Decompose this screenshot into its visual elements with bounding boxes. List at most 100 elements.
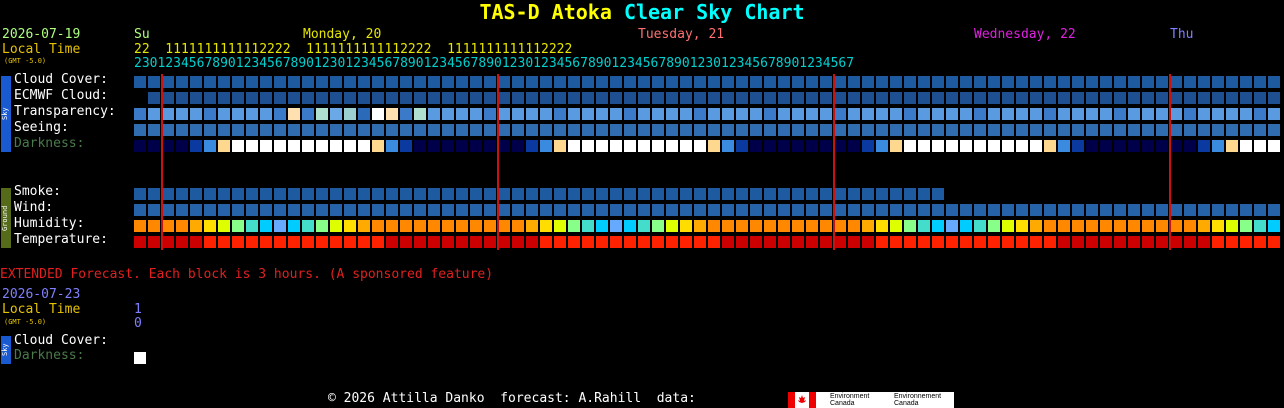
forecast-cell[interactable] [414,188,426,200]
forecast-cell[interactable] [568,76,580,88]
forecast-cell[interactable] [1198,204,1210,216]
forecast-cell[interactable] [386,92,398,104]
forecast-cell[interactable] [1016,220,1028,232]
forecast-cell[interactable] [624,124,636,136]
forecast-cell[interactable] [204,236,216,248]
forecast-cell[interactable] [806,204,818,216]
forecast-cell[interactable] [1212,236,1224,248]
forecast-cell[interactable] [1002,76,1014,88]
forecast-cell[interactable] [736,124,748,136]
forecast-cell[interactable] [974,220,986,232]
forecast-cell[interactable] [610,204,622,216]
forecast-cell[interactable] [974,140,986,152]
forecast-cell[interactable] [274,140,286,152]
forecast-cell[interactable] [1226,236,1238,248]
forecast-cell[interactable] [288,140,300,152]
forecast-cell[interactable] [162,124,174,136]
forecast-cell[interactable] [498,76,510,88]
forecast-cell[interactable] [946,124,958,136]
forecast-cell[interactable] [624,108,636,120]
forecast-cell[interactable] [624,76,636,88]
forecast-cell[interactable] [428,188,440,200]
forecast-cell[interactable] [960,140,972,152]
forecast-cell[interactable] [1030,204,1042,216]
forecast-cell[interactable] [204,76,216,88]
forecast-cell[interactable] [498,236,510,248]
forecast-cell[interactable] [666,140,678,152]
forecast-cell[interactable] [1086,236,1098,248]
forecast-cell[interactable] [848,76,860,88]
forecast-cell[interactable] [960,108,972,120]
forecast-cell[interactable] [708,236,720,248]
forecast-cell[interactable] [1268,92,1280,104]
forecast-cell[interactable] [246,92,258,104]
forecast-cell[interactable] [512,140,524,152]
forecast-cell[interactable] [1254,76,1266,88]
forecast-cell[interactable] [470,140,482,152]
forecast-cell[interactable] [1212,92,1224,104]
forecast-cell[interactable] [652,236,664,248]
forecast-cell[interactable] [414,220,426,232]
forecast-cell[interactable] [932,76,944,88]
forecast-cell[interactable] [918,92,930,104]
forecast-cell[interactable] [904,188,916,200]
forecast-cell[interactable] [988,220,1000,232]
forecast-cell[interactable] [428,140,440,152]
forecast-cell[interactable] [526,76,538,88]
forecast-cell[interactable] [302,108,314,120]
forecast-cell[interactable] [414,140,426,152]
forecast-cell[interactable] [806,236,818,248]
forecast-cell[interactable] [1226,108,1238,120]
forecast-cell[interactable] [372,108,384,120]
forecast-cell[interactable] [722,140,734,152]
forecast-cell[interactable] [596,204,608,216]
forecast-cell[interactable] [610,188,622,200]
forecast-cell[interactable] [204,140,216,152]
forecast-cell[interactable] [890,92,902,104]
forecast-cell[interactable] [778,76,790,88]
forecast-cell[interactable] [1198,76,1210,88]
forecast-cell[interactable] [960,204,972,216]
forecast-cell[interactable] [946,140,958,152]
forecast-cell[interactable] [680,140,692,152]
forecast-cell[interactable] [834,204,846,216]
forecast-cell[interactable] [274,124,286,136]
forecast-cell[interactable] [554,108,566,120]
forecast-cell[interactable] [694,220,706,232]
forecast-cell[interactable] [652,108,664,120]
forecast-cell[interactable] [218,220,230,232]
forecast-cell[interactable] [540,204,552,216]
forecast-cell[interactable] [1072,220,1084,232]
forecast-cell[interactable] [834,140,846,152]
forecast-cell[interactable] [470,204,482,216]
forecast-cell[interactable] [708,140,720,152]
forecast-cell[interactable] [260,204,272,216]
forecast-cell[interactable] [288,220,300,232]
forecast-cell[interactable] [764,92,776,104]
forecast-cell[interactable] [582,204,594,216]
forecast-cell[interactable] [904,236,916,248]
forecast-cell[interactable] [1226,204,1238,216]
forecast-cell[interactable] [330,76,342,88]
forecast-cell[interactable] [274,220,286,232]
forecast-cell[interactable] [1184,108,1196,120]
forecast-cell[interactable] [1226,140,1238,152]
forecast-cell[interactable] [316,140,328,152]
forecast-cell[interactable] [428,204,440,216]
forecast-cell[interactable] [344,236,356,248]
forecast-cell[interactable] [638,108,650,120]
forecast-cell[interactable] [358,236,370,248]
forecast-cell[interactable] [260,236,272,248]
forecast-cell[interactable] [484,188,496,200]
forecast-cell[interactable] [414,76,426,88]
forecast-cell[interactable] [386,140,398,152]
forecast-cell[interactable] [386,76,398,88]
forecast-cell[interactable] [582,76,594,88]
forecast-cell[interactable] [456,220,468,232]
forecast-cell[interactable] [722,124,734,136]
forecast-cell[interactable] [246,204,258,216]
forecast-cell[interactable] [1254,124,1266,136]
forecast-cell[interactable] [820,188,832,200]
forecast-cell[interactable] [568,124,580,136]
forecast-cell[interactable] [148,108,160,120]
